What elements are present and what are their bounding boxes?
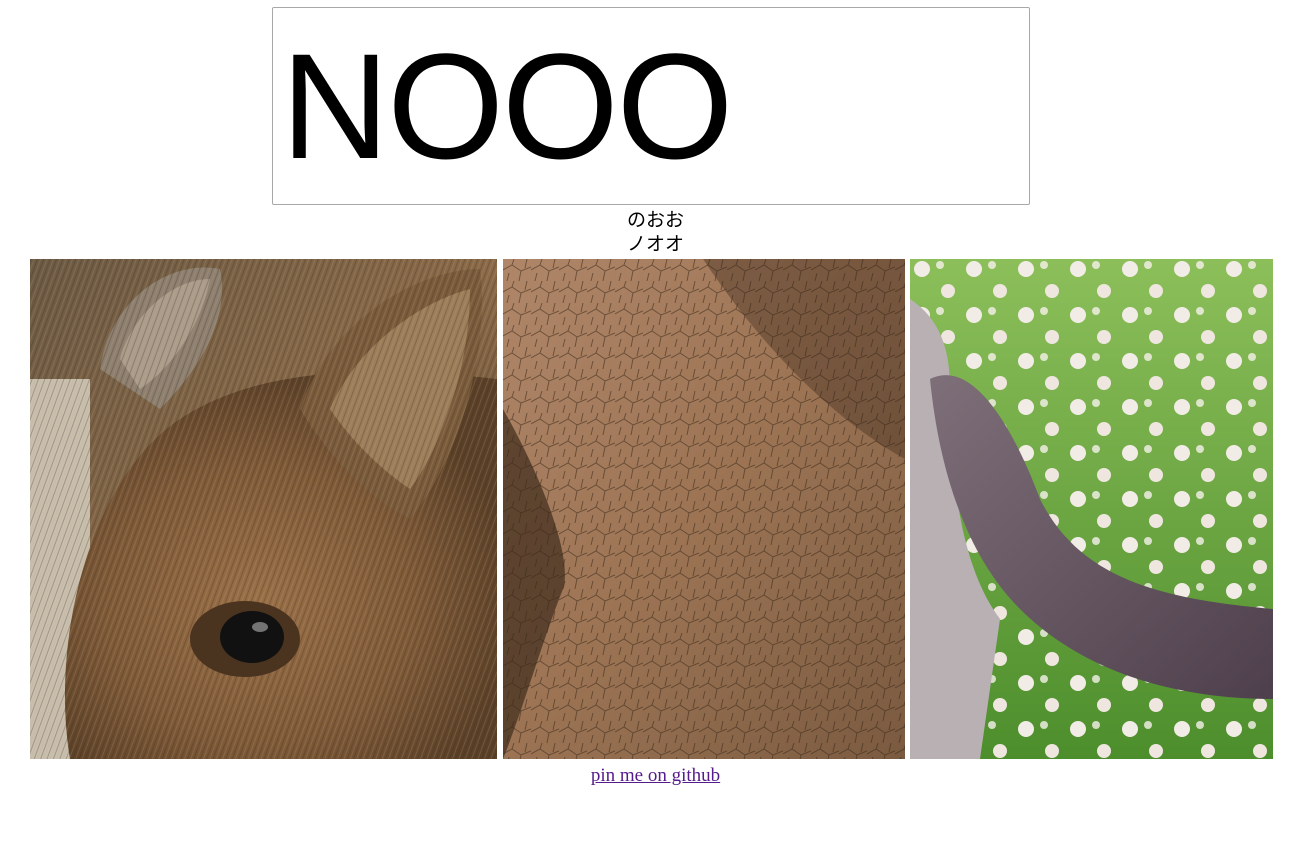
katakana-reading: ノオオ — [626, 233, 684, 255]
word-input[interactable] — [272, 7, 1030, 205]
cat-tail-icon — [910, 259, 1273, 759]
page: のおお ノオオ — [0, 0, 1311, 857]
cat-photo — [910, 259, 1273, 759]
hiragana-reading: のおお — [626, 209, 684, 231]
github-link[interactable]: pin me on github — [591, 765, 720, 786]
boar-photo — [30, 259, 497, 759]
elephant-photo — [503, 259, 905, 759]
footer: pin me on github — [0, 764, 1311, 788]
readings: のおお ノオオ — [0, 208, 1311, 256]
elephant-skin-icon — [503, 259, 905, 759]
boar-photo-icon — [30, 259, 497, 759]
